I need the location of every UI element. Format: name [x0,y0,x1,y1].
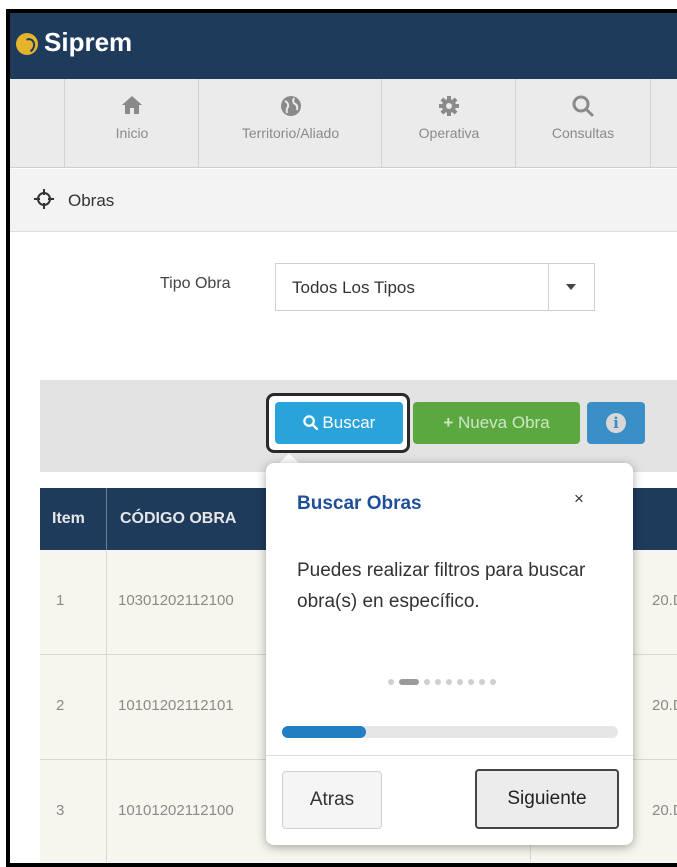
row-item: 1 [56,592,65,609]
row-divider [106,760,107,863]
nav-label: Territorio/Aliado [241,125,340,141]
header-codigo-obra: CÓDIGO OBRA [120,510,237,527]
app-window: Siprem Inicio Territorio/Aliado Operativ… [10,13,677,863]
nav-item-consultas[interactable]: Consultas [515,79,651,167]
buscar-button[interactable]: Buscar [275,402,403,444]
breadcrumb: Obras [10,169,677,232]
brand-title: Siprem [44,27,133,57]
row-divider [106,655,107,759]
buscar-label: Buscar [322,413,376,432]
screenshot-frame: Siprem Inicio Territorio/Aliado Operativ… [6,9,677,867]
tour-popover: Buscar Obras × Puedes realizar filtros p… [266,463,633,845]
tipo-obra-label: Tipo Obra [160,275,231,292]
row-item: 2 [56,697,65,714]
header-divider [106,488,107,550]
chevron-down-icon [566,284,576,290]
close-icon[interactable]: × [574,489,584,509]
nav-item-territorio[interactable]: Territorio/Aliado [198,79,382,167]
tour-body: Puedes realizar filtros para buscar obra… [297,560,586,612]
main-nav: Inicio Territorio/Aliado Operativa Consu… [10,79,677,168]
plus-icon: + [443,413,454,432]
row-code: 10101202112100 [118,802,234,819]
search-icon [302,415,318,431]
nav-label: Consultas [551,125,615,141]
step-dot [446,679,452,685]
page-title: Obras [68,191,115,210]
step-dot [479,679,485,685]
step-dot [457,679,463,685]
row-divider [106,550,107,654]
step-dot-active [399,679,419,685]
row-tail: 20.D0 [652,802,677,819]
popover-divider [266,755,633,756]
info-button[interactable]: i [587,402,645,444]
select-value: Todos Los Tipos [292,278,415,297]
header-item: Item [52,510,85,527]
app-header: Siprem [10,13,677,79]
step-dot [435,679,441,685]
atras-button[interactable]: Atras [282,771,382,829]
siguiente-button[interactable]: Siguiente [475,769,619,829]
step-dot [424,679,430,685]
nav-item-operativa[interactable]: Operativa [381,79,516,167]
tour-title: Buscar Obras [297,493,422,514]
info-icon: i [606,413,626,433]
progress-bar [282,726,618,738]
row-tail: 20.D0 [652,592,677,609]
gear-icon [382,95,516,119]
nueva-obra-button[interactable]: + Nueva Obra [413,402,580,444]
tipo-obra-select[interactable]: Todos Los Tipos [275,263,595,311]
nav-item-inicio[interactable]: Inicio [64,79,199,167]
row-code: 10101202112101 [118,697,234,714]
globe-icon [199,95,382,119]
row-item: 3 [56,802,65,819]
home-icon [65,95,199,119]
step-dot [388,679,394,685]
crosshair-icon [34,189,54,215]
step-dot [490,679,496,685]
nav-label: Inicio [115,125,149,141]
progress-fill [282,726,366,738]
search-icon [516,95,650,119]
nav-label: Operativa [418,125,480,141]
nueva-obra-label: Nueva Obra [458,413,550,432]
siprem-logo-icon [16,33,38,55]
select-divider [548,264,549,310]
step-dot [468,679,474,685]
row-tail: 20.D0 [652,697,677,714]
row-code: 10301202112100 [118,592,234,609]
